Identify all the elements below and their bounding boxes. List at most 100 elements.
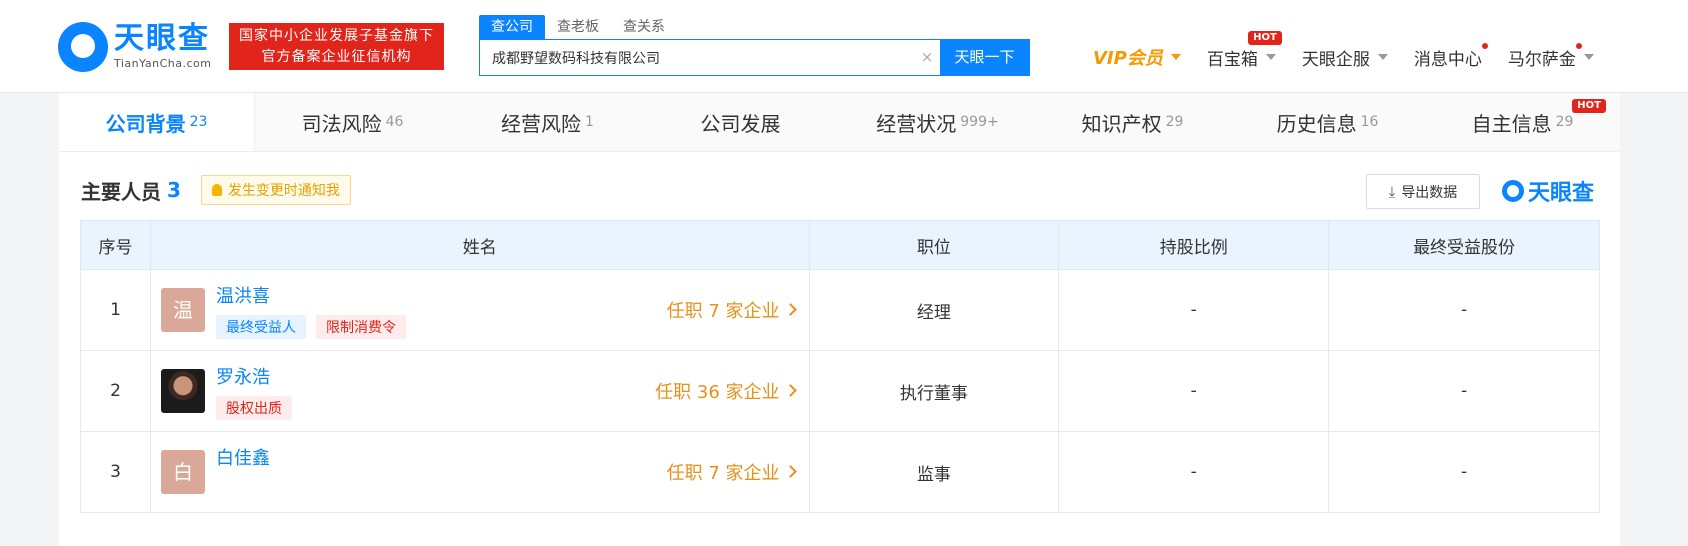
qifu-menu[interactable]: 天眼企服 [1302, 45, 1388, 70]
tab-self-info[interactable]: 自主信息 29 HOT [1425, 93, 1620, 151]
avatar[interactable]: 白 [160, 450, 205, 494]
export-data-button[interactable]: ⤓ 导出数据 [1366, 174, 1480, 209]
tianyancha-logo[interactable]: 天眼查 TianYanCha.com [58, 22, 218, 72]
col-header-position: 职位 [808, 220, 1060, 270]
notify-label: 发生变更时通知我 [227, 183, 340, 199]
search-button[interactable]: 天眼一下 [940, 40, 1029, 75]
tab-company-development[interactable]: 公司发展 [645, 93, 840, 151]
tab-count: 23 [189, 114, 208, 130]
brand-text: 天眼查 [1528, 181, 1595, 206]
chevron-right-icon [783, 384, 797, 397]
position-cell: 执行董事 [808, 350, 1060, 432]
person-cell: 白 白佳鑫 任职 7 家企业 [149, 431, 810, 513]
search-tab-relation[interactable]: 查关系 [611, 15, 677, 39]
chevron-down-icon [1377, 54, 1388, 60]
clear-icon[interactable]: × [914, 40, 940, 75]
top-nav: VIP会员 百宝箱 HOT 天眼企服 消息中心 马尔萨金 [1093, 30, 1620, 72]
vip-menu[interactable]: VIP会员 [1093, 44, 1181, 70]
unread-dot [1575, 42, 1582, 49]
person-name-link[interactable]: 温洪喜 [216, 282, 270, 308]
jobs-label: 任职 7 家企业 [666, 462, 780, 484]
share-cell: - [1058, 269, 1330, 351]
tab-label: 历史信息 [1276, 111, 1357, 136]
tag-consumption-restriction[interactable]: 限制消费令 [315, 315, 406, 339]
brand-watermark-logo: 天眼查 [1502, 175, 1594, 207]
bell-icon [211, 184, 222, 196]
tab-label: 司法风险 [301, 111, 382, 136]
section-title: 主要人员 [81, 179, 161, 204]
notify-change-button[interactable]: 发生变更时通知我 [200, 175, 351, 205]
final-benefit-cell: - [1328, 431, 1600, 513]
search-type-tabs: 查公司 查老板 查关系 [479, 15, 677, 39]
tab-intellectual-property[interactable]: 知识产权 29 [1035, 93, 1230, 151]
col-header-share: 持股比例 [1058, 220, 1330, 270]
share-cell: - [1058, 350, 1330, 432]
tab-label: 经营状况 [876, 111, 957, 136]
qifu-label: 天眼企服 [1301, 49, 1370, 70]
jobs-link[interactable]: 任职 7 家企业 [666, 432, 797, 511]
search-box: × 天眼一下 [479, 39, 1030, 76]
jobs-label: 任职 7 家企业 [666, 300, 780, 322]
tag-final-beneficiary[interactable]: 最终受益人 [215, 315, 306, 339]
chevron-down-icon [1265, 54, 1276, 60]
search-tab-boss[interactable]: 查老板 [545, 15, 611, 39]
table-row: 2 罗永浩 股权出质 任职 36 家企业 执行董事 - - [80, 350, 1600, 432]
row-index: 3 [80, 431, 151, 513]
table-row: 3 白 白佳鑫 任职 7 家企业 监事 - - [80, 431, 1600, 513]
tab-count: 16 [1360, 114, 1379, 130]
official-badge: 国家中小企业发展子基金旗下 官方备案企业征信机构 [229, 23, 444, 70]
share-cell: - [1058, 431, 1330, 513]
tab-label: 公司背景 [105, 111, 186, 136]
logo-text: 天眼查 [114, 21, 210, 56]
download-icon: ⤓ [1388, 182, 1396, 201]
tab-operating-status[interactable]: 经营状况 999+ [840, 93, 1035, 151]
company-card: 公司背景 23 司法风险 46 经营风险 1 公司发展 经营状况 999+ 知识产权 29… [59, 93, 1620, 546]
tab-label: 公司发展 [700, 111, 781, 136]
logo-eye-icon [1502, 180, 1524, 202]
search-tab-company[interactable]: 查公司 [479, 15, 545, 39]
badge-line-1: 国家中小企业发展子基金旗下 [239, 28, 434, 44]
tag-equity-pledge[interactable]: 股权出质 [215, 396, 292, 420]
table-row: 1 温 温洪喜 最终受益人 限制消费令 任职 7 家企业 经理 - - [80, 269, 1600, 351]
message-center[interactable]: 消息中心 [1413, 42, 1488, 70]
jobs-link[interactable]: 任职 36 家企业 [655, 351, 797, 430]
chevron-down-icon [1583, 54, 1594, 60]
tab-count: 46 [385, 114, 404, 130]
person-tags: 股权出质 [215, 396, 302, 420]
vip-label: VIP会员 [1093, 48, 1163, 69]
export-label: 导出数据 [1401, 184, 1458, 201]
hot-badge: HOT [1572, 99, 1606, 113]
tab-label: 自主信息 [1471, 111, 1552, 136]
final-benefit-cell: - [1328, 269, 1600, 351]
person-tags: 最终受益人 限制消费令 [215, 315, 416, 339]
row-index: 2 [80, 350, 151, 432]
person-cell: 温 温洪喜 最终受益人 限制消费令 任职 7 家企业 [149, 269, 810, 351]
message-label: 消息中心 [1413, 49, 1482, 70]
person-name-link[interactable]: 白佳鑫 [216, 444, 270, 470]
person-name-link[interactable]: 罗永浩 [216, 363, 270, 389]
tab-count: 29 [1165, 114, 1184, 130]
tab-operating-risk[interactable]: 经营风险 1 [450, 93, 645, 151]
person-cell: 罗永浩 股权出质 任职 36 家企业 [149, 350, 810, 432]
tab-company-background[interactable]: 公司背景 23 [59, 93, 255, 151]
baibaoxiang-menu[interactable]: 百宝箱 HOT [1207, 30, 1282, 70]
chevron-right-icon [783, 303, 797, 316]
jobs-label: 任职 36 家企业 [655, 381, 780, 403]
category-tabs: 公司背景 23 司法风险 46 经营风险 1 公司发展 经营状况 999+ 知识产权 29… [59, 93, 1620, 152]
section-header: 主要人员 3 发生变更时通知我 [81, 175, 351, 205]
row-index: 1 [80, 269, 151, 351]
col-header-index: 序号 [80, 220, 151, 270]
unread-dot [1481, 42, 1488, 49]
search-input[interactable] [480, 40, 914, 75]
jobs-link[interactable]: 任职 7 家企业 [666, 270, 797, 349]
user-name: 马尔萨金 [1507, 49, 1576, 70]
badge-line-2: 官方备案企业征信机构 [261, 49, 412, 65]
tab-judicial-risk[interactable]: 司法风险 46 [255, 93, 450, 151]
avatar[interactable]: 温 [160, 288, 205, 332]
user-menu[interactable]: 马尔萨金 [1507, 42, 1594, 70]
section-count: 3 [167, 178, 181, 202]
chevron-right-icon [783, 465, 797, 478]
avatar[interactable] [160, 369, 205, 413]
final-benefit-cell: - [1328, 350, 1600, 432]
tab-history[interactable]: 历史信息 16 [1230, 93, 1425, 151]
